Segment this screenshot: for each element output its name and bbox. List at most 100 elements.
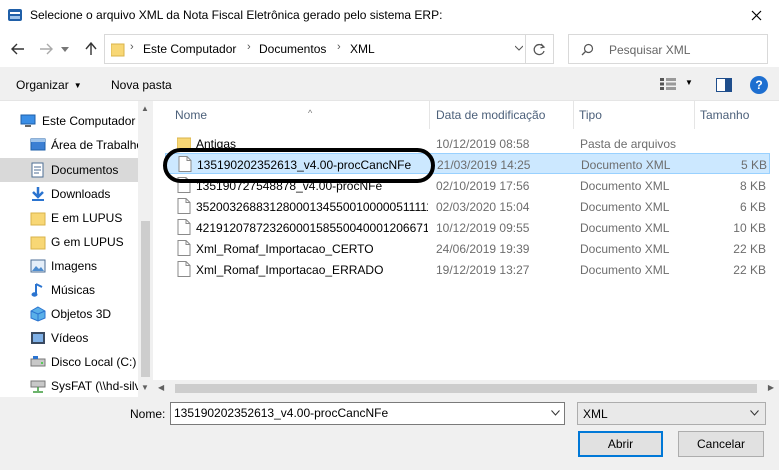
- sidebar-item-label: Disco Local (C:): [51, 355, 137, 369]
- document-icon: [177, 177, 191, 193]
- objects3d-icon: [30, 306, 46, 322]
- downloads-icon: [32, 187, 44, 201]
- file-date: 19/12/2019 13:27: [436, 263, 530, 277]
- sidebar-item-sysfat[interactable]: SysFAT (\\hd-silv: [0, 374, 141, 397]
- back-button[interactable]: [8, 39, 28, 59]
- recent-locations-button[interactable]: [58, 39, 72, 59]
- address-bar[interactable]: › Este Computador › Documentos › XML: [104, 34, 554, 64]
- sidebar-item-videos[interactable]: Vídeos: [0, 326, 138, 350]
- network-drive-icon: [30, 380, 46, 393]
- sidebar-item-musicas[interactable]: Músicas: [0, 278, 138, 302]
- sidebar-item-disco-local[interactable]: Disco Local (C:): [0, 350, 138, 374]
- file-type: Documento XML: [580, 179, 670, 193]
- file-row[interactable]: Xml_Romaf_Importacao_CERTO 24/06/2019 19…: [165, 238, 770, 259]
- file-name: 3520032688312800013455001000005111119...: [196, 200, 428, 214]
- column-header-type[interactable]: Tipo: [574, 101, 694, 129]
- sidebar-item-label: G em LUPUS: [51, 235, 124, 249]
- file-type: Documento XML: [580, 263, 670, 277]
- refresh-icon: [533, 43, 546, 55]
- file-row-selected[interactable]: 135190202352613_v4.00-procCancNFe 21/03/…: [165, 153, 770, 174]
- horizontal-scroll-thumb[interactable]: [175, 384, 757, 393]
- sidebar-item-downloads[interactable]: Downloads: [0, 182, 138, 206]
- view-dropdown-icon[interactable]: ▼: [685, 78, 693, 87]
- file-row[interactable]: 3520032688312800013455001000005111119...…: [165, 196, 770, 217]
- scroll-right-icon[interactable]: ▶: [768, 383, 774, 392]
- file-row[interactable]: Antigas 10/12/2019 08:58 Pasta de arquiv…: [165, 133, 770, 154]
- sidebar-scrollbar[interactable]: ▲ ▼: [138, 101, 153, 397]
- organize-label: Organizar: [16, 78, 69, 92]
- sidebar-item-label: Imagens: [51, 259, 98, 273]
- sidebar-item-g-em-lupus[interactable]: G em LUPUS: [0, 230, 138, 254]
- file-row[interactable]: Xml_Romaf_Importacao_ERRADO 19/12/2019 1…: [165, 259, 770, 280]
- column-header-size[interactable]: Tamanho: [695, 101, 775, 129]
- file-date: 21/03/2019 14:25: [437, 158, 531, 172]
- sidebar-item-este-computador[interactable]: Este Computador: [0, 109, 138, 133]
- sort-ascending-icon: ^: [308, 108, 313, 118]
- document-icon: [177, 198, 191, 214]
- arrow-left-icon: [11, 43, 24, 55]
- sidebar-item-imagens[interactable]: Imagens: [0, 254, 138, 278]
- close-button[interactable]: [733, 0, 779, 31]
- sidebar-item-documentos[interactable]: Documentos: [0, 158, 138, 182]
- sidebar-item-label: Documentos: [51, 163, 119, 177]
- organize-menu-button[interactable]: Organizar ▼: [16, 78, 82, 92]
- breadcrumb-este-computador[interactable]: Este Computador: [143, 42, 236, 56]
- caret-down-icon: ▼: [73, 81, 82, 90]
- sidebar-item-e-em-lupus[interactable]: E em LUPUS: [0, 206, 138, 230]
- search-icon: [581, 43, 594, 56]
- navigation-pane: Este Computador Área de Trabalho Documen…: [0, 101, 153, 397]
- file-type: Documento XML: [580, 242, 670, 256]
- close-icon: [751, 10, 761, 21]
- open-button[interactable]: Abrir: [578, 431, 663, 457]
- cancel-button[interactable]: Cancelar: [678, 431, 764, 457]
- column-header-name[interactable]: Nome ^: [165, 101, 429, 129]
- sidebar-item-objetos-3d[interactable]: Objetos 3D: [0, 302, 138, 326]
- file-type: Pasta de arquivos: [580, 137, 677, 151]
- forward-button[interactable]: [36, 39, 56, 59]
- file-name: Xml_Romaf_Importacao_ERRADO: [196, 263, 384, 277]
- document-icon: [177, 219, 191, 235]
- help-button[interactable]: ?: [750, 76, 768, 94]
- file-type-select[interactable]: XML: [577, 402, 766, 425]
- file-date: 02/10/2019 17:56: [436, 179, 530, 193]
- file-type: Documento XML: [580, 200, 670, 214]
- scroll-down-icon[interactable]: ▼: [141, 383, 149, 392]
- sidebar-scroll-thumb[interactable]: [141, 221, 150, 377]
- address-dropdown-icon[interactable]: [515, 44, 523, 52]
- folder-icon: [30, 236, 46, 250]
- file-row[interactable]: 135190727548878_v4.00-procNFe 02/10/2019…: [165, 175, 770, 196]
- scroll-left-icon[interactable]: ◀: [158, 383, 164, 392]
- scroll-up-icon[interactable]: ▲: [141, 104, 149, 113]
- refresh-button[interactable]: [525, 35, 553, 63]
- file-name-input[interactable]: [174, 406, 544, 420]
- folder-icon: [177, 137, 191, 150]
- chevron-down-icon[interactable]: [551, 410, 560, 416]
- dialog-footer: Nome: XML Abrir Cancelar: [0, 397, 779, 470]
- file-list: Nome ^ Data de modificação Tipo Tamanho …: [153, 101, 779, 397]
- breadcrumb-chevron-icon: ›: [130, 41, 134, 53]
- documents-icon: [31, 162, 44, 178]
- file-row[interactable]: 42191207872326000158550040001206671 0...…: [165, 217, 770, 238]
- app-icon: [8, 9, 22, 21]
- column-header-date[interactable]: Data de modificação: [430, 101, 573, 129]
- sidebar-item-area-de-trabalho[interactable]: Área de Trabalho: [0, 133, 143, 157]
- document-icon: [177, 261, 191, 277]
- breadcrumb-chevron-icon: ›: [247, 41, 251, 53]
- search-placeholder: Pesquisar XML: [609, 43, 691, 57]
- file-name-combobox[interactable]: [170, 402, 565, 425]
- breadcrumb-xml[interactable]: XML: [350, 42, 375, 56]
- document-icon: [177, 240, 191, 256]
- column-header-name-label: Nome: [175, 108, 208, 122]
- arrow-right-icon: [40, 43, 53, 55]
- file-name: Xml_Romaf_Importacao_CERTO: [196, 242, 374, 256]
- sidebar-item-label: Área de Trabalho: [51, 138, 144, 152]
- horizontal-scrollbar[interactable]: ◀ ▶: [153, 380, 779, 397]
- preview-pane-icon[interactable]: [716, 78, 732, 92]
- up-button[interactable]: [81, 39, 101, 59]
- file-size: 8 KB: [739, 179, 766, 193]
- breadcrumb-documentos[interactable]: Documentos: [259, 42, 326, 56]
- new-folder-button[interactable]: Nova pasta: [111, 78, 172, 92]
- search-box[interactable]: Pesquisar XML: [568, 34, 768, 64]
- file-date: 10/12/2019 09:55: [436, 221, 530, 235]
- view-options-icon[interactable]: [660, 78, 676, 90]
